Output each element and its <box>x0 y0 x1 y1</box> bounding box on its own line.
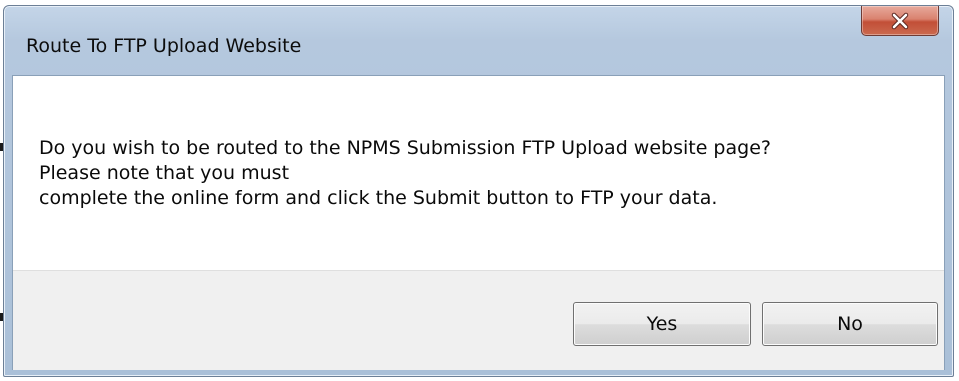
no-button[interactable]: No <box>762 302 938 346</box>
yes-button[interactable]: Yes <box>573 302 751 346</box>
message-line: Please note that you must <box>39 162 290 184</box>
message-line: Do you wish to be routed to the NPMS Sub… <box>39 137 771 159</box>
message-line: complete the online form and click the S… <box>39 187 718 209</box>
dialog-client-area: Do you wish to be routed to the NPMS Sub… <box>12 75 945 370</box>
yes-button-label: Yes <box>646 313 678 335</box>
title-bar[interactable]: Route To FTP Upload Website <box>4 6 953 76</box>
dialog-window: Route To FTP Upload Website Do you wish … <box>3 5 954 377</box>
close-button[interactable] <box>861 6 939 36</box>
message-area: Do you wish to be routed to the NPMS Sub… <box>13 76 944 270</box>
dialog-title: Route To FTP Upload Website <box>26 35 302 57</box>
close-icon <box>862 6 938 35</box>
button-bar: Yes No <box>13 270 944 370</box>
no-button-label: No <box>837 313 863 335</box>
dialog-message: Do you wish to be routed to the NPMS Sub… <box>39 136 771 211</box>
screen: Route To FTP Upload Website Do you wish … <box>0 0 959 381</box>
